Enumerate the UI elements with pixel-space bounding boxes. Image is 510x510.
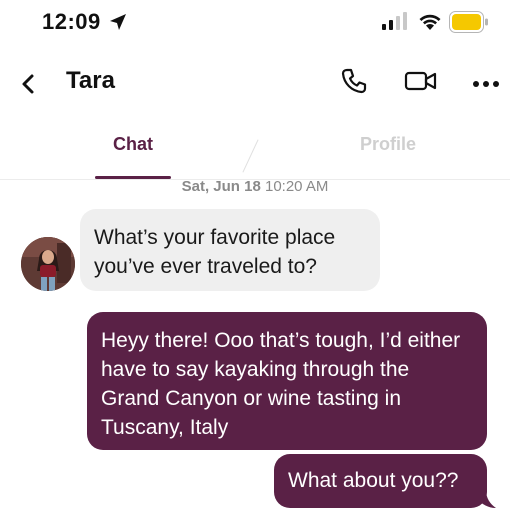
- tab-bar: Chat Profile: [0, 124, 510, 180]
- signal-icon: [382, 12, 408, 35]
- date-stamp-day: Sat, Jun 18: [181, 178, 261, 195]
- tab-chat[interactable]: Chat: [96, 134, 170, 155]
- outgoing-message[interactable]: What about you??: [274, 454, 487, 508]
- more-icon[interactable]: [472, 75, 500, 93]
- outgoing-message[interactable]: Heyy there! Ooo that’s tough, I’d either…: [87, 312, 487, 450]
- wifi-icon: [418, 11, 442, 36]
- battery-icon: [449, 11, 489, 38]
- date-stamp-time: 10:20 AM: [264, 178, 329, 195]
- phone-icon[interactable]: [340, 67, 368, 100]
- avatar[interactable]: [21, 237, 75, 291]
- bubble-tail: [478, 490, 496, 510]
- status-time: 12:09: [42, 9, 101, 34]
- tab-profile[interactable]: Profile: [350, 134, 426, 155]
- back-chevron-icon[interactable]: [18, 72, 38, 101]
- chat-header: Tara: [0, 55, 510, 107]
- location-arrow-icon: [108, 12, 128, 37]
- video-camera-icon[interactable]: [404, 67, 438, 100]
- incoming-message[interactable]: What’s your favorite place you’ve ever t…: [80, 209, 380, 291]
- contact-name[interactable]: Tara: [66, 67, 115, 95]
- date-stamp: Sat, Jun 18 10:20 AM: [0, 178, 510, 195]
- status-bar: 12:09: [0, 0, 510, 46]
- tab-divider: [242, 139, 259, 173]
